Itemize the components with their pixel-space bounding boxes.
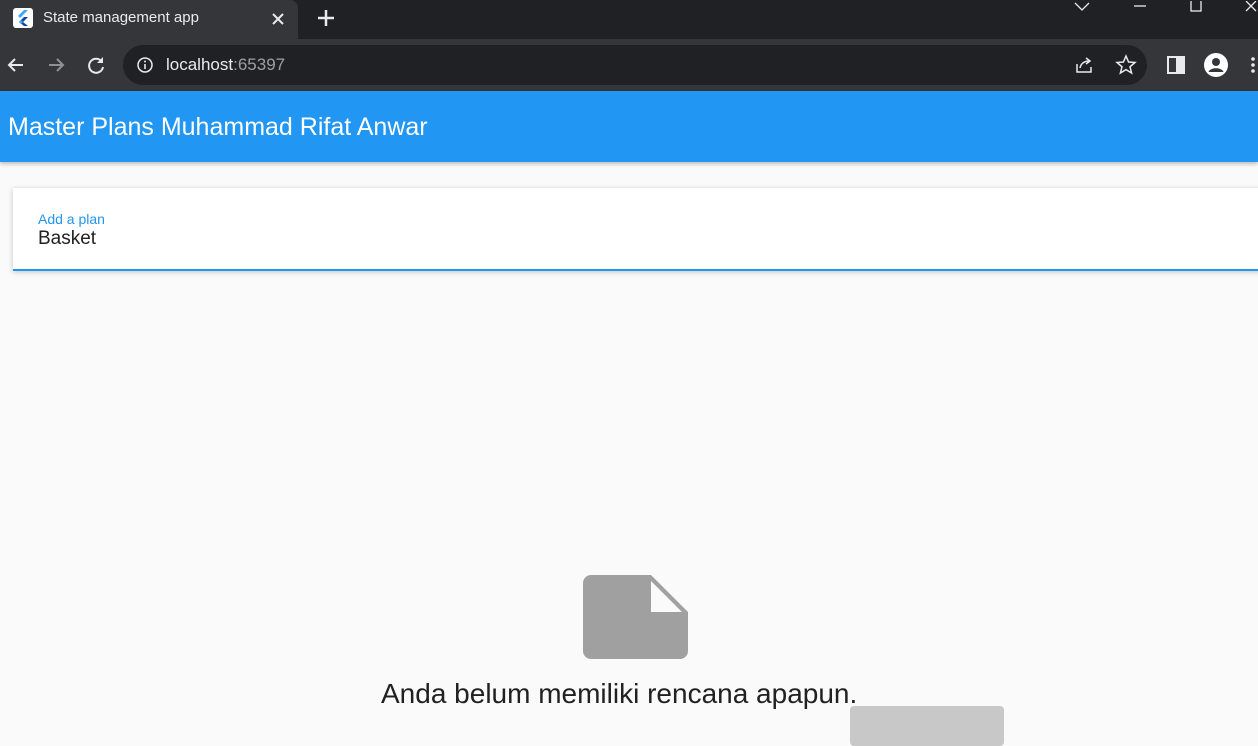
note-icon: [583, 575, 688, 659]
arrow-right-icon[interactable]: [42, 51, 70, 79]
minimize-icon[interactable]: [1120, 0, 1160, 12]
add-plan-input[interactable]: Basket: [38, 228, 96, 250]
browser-toolbar: localhost:65397: [0, 39, 1258, 91]
star-icon[interactable]: [1115, 54, 1137, 76]
reload-icon[interactable]: [82, 51, 110, 79]
address-bar[interactable]: localhost:65397: [123, 45, 1147, 85]
arrow-left-icon[interactable]: [2, 51, 30, 79]
tab-search-icon[interactable]: [1070, 0, 1110, 12]
profile-icon[interactable]: [1202, 51, 1230, 79]
side-panel-icon[interactable]: [1162, 51, 1190, 79]
app-bar: Master Plans Muhammad Rifat Anwar: [0, 91, 1258, 162]
empty-state-message: Anda belum memiliki rencana apapun.: [381, 678, 858, 709]
browser-tab[interactable]: State management app: [0, 0, 298, 39]
plus-icon[interactable]: [314, 6, 338, 30]
input-underline: [13, 269, 1258, 271]
share-icon[interactable]: [1074, 55, 1094, 75]
close-icon[interactable]: [1232, 0, 1258, 12]
flutter-logo-icon: [13, 8, 33, 28]
maximize-icon[interactable]: [1176, 0, 1216, 12]
browser-tabstrip: State management app: [0, 0, 1258, 39]
url-host: localhost: [166, 55, 234, 74]
close-icon[interactable]: [268, 9, 288, 29]
info-icon[interactable]: [136, 56, 154, 74]
url-text: localhost:65397: [166, 55, 285, 75]
floating-action-button[interactable]: [850, 706, 1004, 746]
menu-icon[interactable]: [1244, 51, 1258, 79]
tab-title: State management app: [43, 9, 199, 26]
add-plan-card: Add a plan Basket: [13, 188, 1258, 271]
page-title: Master Plans Muhammad Rifat Anwar: [8, 113, 428, 141]
add-plan-label: Add a plan: [38, 211, 105, 227]
url-port: :65397: [233, 55, 286, 74]
